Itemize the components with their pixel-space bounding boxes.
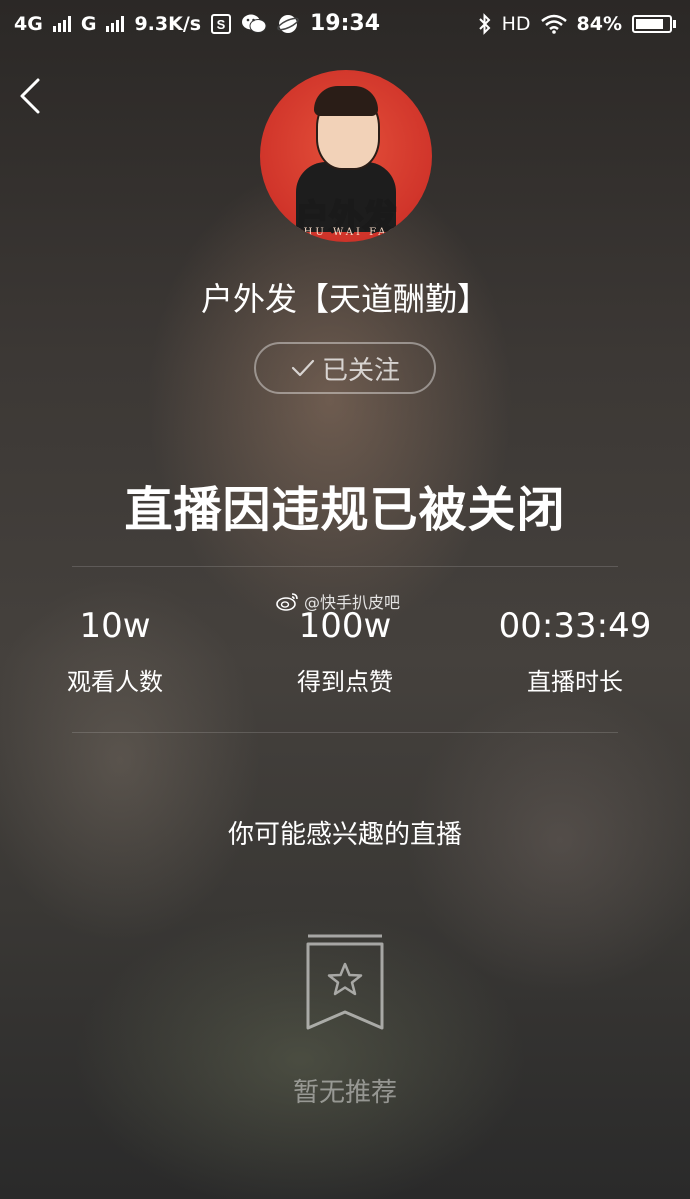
- stat-label: 直播时长: [527, 668, 623, 696]
- bluetooth-icon: [478, 13, 491, 35]
- streamer-avatar[interactable]: 户外发 HU WAI FA: [260, 70, 432, 242]
- divider-bottom: [72, 732, 618, 733]
- battery-fill: [636, 19, 663, 29]
- stat-value: 100w: [298, 606, 392, 646]
- streamer-name: 户外发【天道酬勤】: [200, 280, 489, 318]
- stat-value: 10w: [79, 606, 151, 646]
- back-chevron-icon[interactable]: [14, 74, 50, 118]
- followed-button[interactable]: 已关注: [254, 342, 436, 394]
- avatar-logo-subtext: HU WAI FA: [303, 227, 389, 238]
- stream-closed-headline: 直播因违规已被关闭: [124, 482, 566, 538]
- followed-label: 已关注: [321, 355, 400, 386]
- check-icon: [291, 359, 315, 377]
- svg-text:S: S: [217, 17, 226, 32]
- stat-likes: 100w 得到点赞: [235, 600, 455, 697]
- recommend-section-title: 你可能感兴趣的直播: [227, 820, 462, 850]
- stat-label: 得到点赞: [297, 668, 393, 696]
- status-right: HD 84%: [478, 13, 676, 35]
- status-bar: 4G G 9.3K/s S 19:34 HD 84%: [0, 0, 690, 48]
- signal-icon: [52, 16, 71, 32]
- hd-label: HD: [501, 13, 531, 35]
- stat-value: 00:33:49: [498, 606, 652, 646]
- net-speed: 9.3K/s: [134, 13, 202, 35]
- wifi-icon: [540, 14, 567, 34]
- avatar-hair: [314, 86, 378, 116]
- stat-viewers: 10w 观看人数: [5, 600, 225, 697]
- no-recommendation-text: 暂无推荐: [292, 1078, 397, 1108]
- divider-top: [72, 566, 618, 567]
- network-4g-label: 4G: [14, 13, 43, 35]
- empty-bookmark-star-icon: [306, 934, 384, 1030]
- clock: 19:34: [309, 11, 381, 36]
- status-left: 4G G 9.3K/s S: [14, 13, 299, 35]
- s-app-icon: S: [211, 14, 232, 34]
- network-g-label: G: [80, 13, 97, 35]
- wechat-icon: [242, 14, 267, 33]
- stat-duration: 00:33:49 直播时长: [465, 600, 685, 697]
- battery-icon: [632, 15, 676, 33]
- signal-icon: [106, 16, 125, 32]
- stat-label: 观看人数: [67, 668, 163, 696]
- stats-row: 10w 观看人数 100w 得到点赞 00:33:49 直播时长: [0, 600, 690, 710]
- battery-percent: 84%: [576, 13, 622, 35]
- planet-app-icon: [277, 15, 299, 33]
